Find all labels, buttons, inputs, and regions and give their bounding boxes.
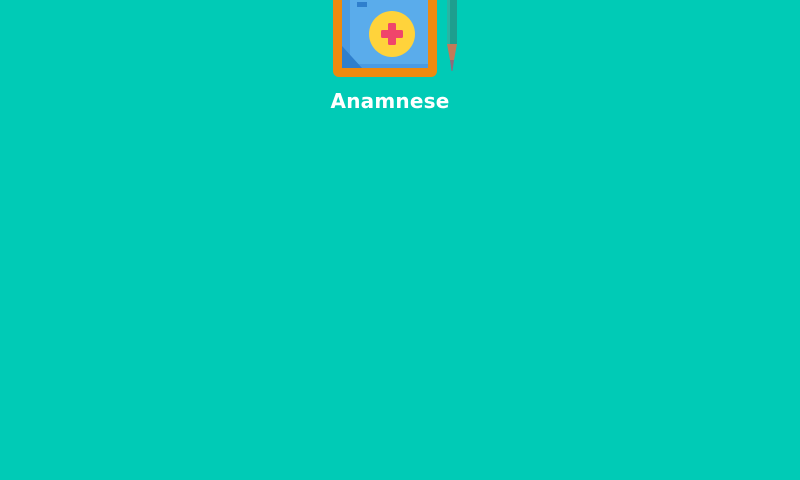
home-screen: Anamnese (0, 0, 800, 480)
pencil-lead (450, 60, 454, 71)
app-label: Anamnese (330, 89, 450, 113)
medical-record-clipboard-icon (333, 0, 457, 77)
app-tile-anamnese[interactable]: Anamnese (320, 0, 480, 120)
clipboard-note-tab (357, 2, 367, 7)
pencil-body-highlight (447, 0, 450, 44)
medical-cross-horizontal (381, 30, 403, 38)
pencil-tip (447, 44, 457, 60)
